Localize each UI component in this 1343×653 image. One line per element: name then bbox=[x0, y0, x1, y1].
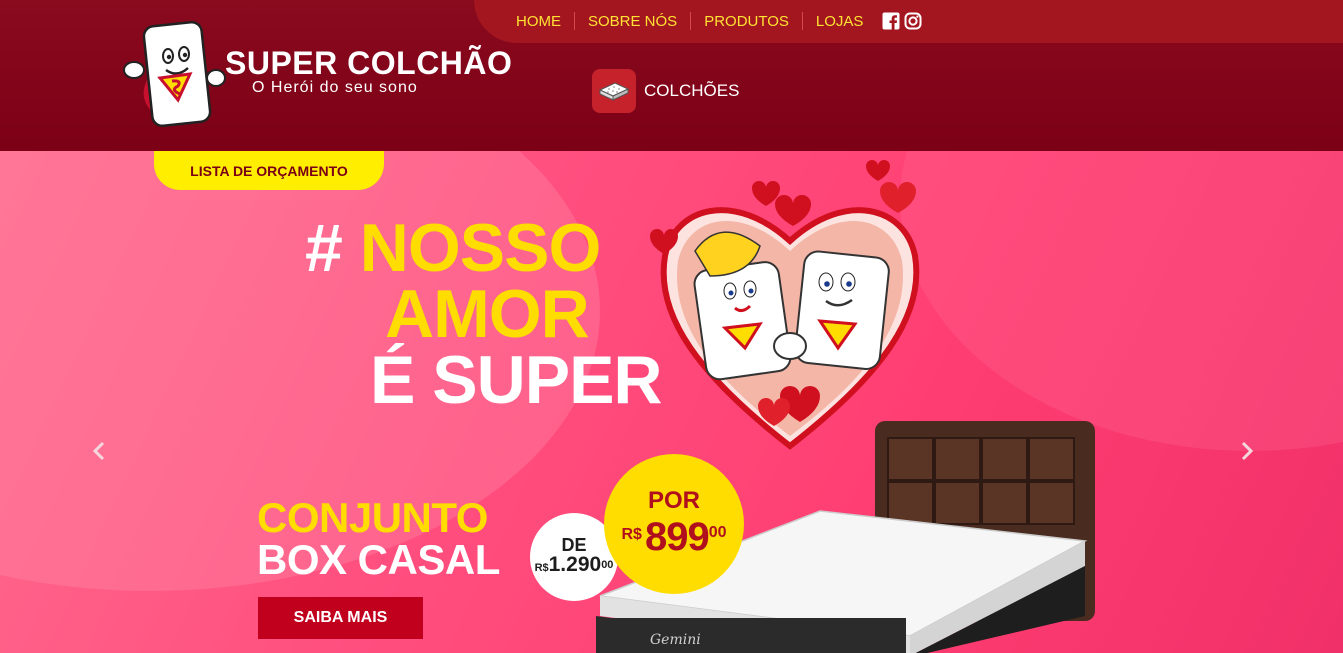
headline-line1: # NOSSO bbox=[305, 214, 601, 282]
saiba-mais-button[interactable]: SAIBA MAIS bbox=[258, 597, 423, 639]
facebook-icon[interactable] bbox=[882, 12, 900, 30]
new-price-currency: R$ bbox=[621, 526, 642, 543]
headline-line3: É SUPER bbox=[370, 342, 663, 418]
category-colchoes[interactable]: COLCHÕES bbox=[592, 69, 739, 113]
mascot-logo-icon bbox=[123, 20, 226, 128]
budget-list-button[interactable]: LISTA DE ORÇAMENTO bbox=[154, 151, 384, 190]
product-title-line1: CONJUNTO bbox=[257, 494, 488, 541]
product-title-line2: BOX CASAL bbox=[257, 536, 500, 583]
new-price-value: 899 bbox=[644, 515, 710, 559]
new-price-prefix: POR bbox=[647, 487, 700, 514]
old-price-value: 1.290 bbox=[548, 552, 602, 576]
headline-hash: # bbox=[305, 210, 343, 286]
nav-lojas[interactable]: LOJAS bbox=[803, 13, 877, 30]
new-price-badge: POR R$ 899 00 bbox=[604, 454, 744, 594]
hero-banner: LISTA DE ORÇAMENTO # NOSSO AMOR É SUPER … bbox=[0, 151, 1343, 653]
old-price-prefix: DE bbox=[561, 534, 587, 555]
old-price-currency: R$ bbox=[534, 561, 549, 574]
carousel-prev-icon[interactable] bbox=[88, 439, 112, 463]
headline-word-nosso: NOSSO bbox=[359, 210, 602, 286]
top-nav: HOME SOBRE NÓS PRODUTOS LOJAS bbox=[503, 8, 922, 34]
category-label: COLCHÕES bbox=[644, 81, 740, 100]
old-price-cents: 00 bbox=[601, 558, 614, 571]
banner-wave bbox=[900, 151, 1343, 451]
nav-produtos[interactable]: PRODUTOS bbox=[691, 13, 802, 30]
carousel-next-icon[interactable] bbox=[1234, 439, 1258, 463]
couple-heart-illustration bbox=[650, 160, 920, 450]
mattress-brand-label: Gemini bbox=[650, 632, 701, 648]
product-title: CONJUNTO BOX CASAL bbox=[257, 497, 500, 581]
new-price-cents: 00 bbox=[708, 524, 727, 541]
headline-line2: AMOR bbox=[385, 276, 590, 352]
site-header: HOME SOBRE NÓS PRODUTOS LOJAS SUPER COLC… bbox=[0, 0, 1343, 151]
instagram-icon[interactable] bbox=[904, 12, 922, 30]
social-links bbox=[882, 12, 922, 30]
brand-tagline: O Herói do seu sono bbox=[252, 79, 418, 96]
brand-name: SUPER COLCHÃO bbox=[225, 45, 513, 81]
mattress-icon bbox=[592, 69, 636, 113]
nav-sobre-nos[interactable]: SOBRE NÓS bbox=[575, 13, 690, 30]
nav-home[interactable]: HOME bbox=[503, 13, 574, 30]
